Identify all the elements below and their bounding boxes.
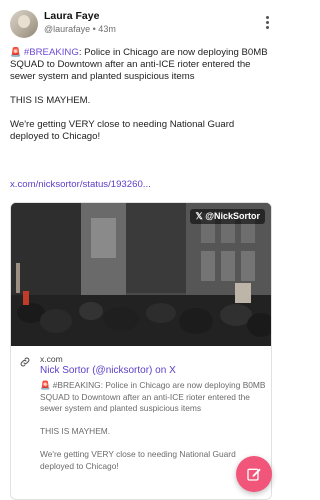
preview-image[interactable]: 𝕏 @NickSortor (11, 203, 271, 346)
media-author-tag: 𝕏 @NickSortor (190, 209, 265, 224)
preview-domain: x.com (40, 354, 63, 364)
preview-title[interactable]: Nick Sortor (@nicksortor) on X (40, 365, 176, 376)
preview-desc-3: We're getting VERY close to needing Nati… (40, 449, 236, 471)
compose-button[interactable] (236, 456, 272, 492)
crowd-scene-image (11, 203, 271, 346)
preview-description: 🚨 #BREAKING: Police in Chicago are now d… (40, 380, 266, 484)
post-link[interactable]: x.com/nicksortor/status/193260... (10, 179, 151, 190)
kebab-icon[interactable] (264, 16, 270, 32)
siren-icon: 🚨 (10, 47, 22, 57)
compose-icon (247, 468, 261, 481)
hashtag-link[interactable]: #BREAKING (24, 47, 79, 58)
author-name[interactable]: Laura Faye (44, 10, 99, 22)
post-paragraph-1: 🚨 #BREAKING: Police in Chicago are now d… (10, 46, 272, 83)
post-header: Laura Faye @laurafaye • 43m (10, 10, 272, 38)
link-preview-card[interactable]: 𝕏 @NickSortor x.com Nick Sortor (@nickso… (10, 202, 272, 500)
post-paragraph-3: We're getting VERY close to needing Nati… (10, 119, 235, 142)
author-handle: @laurafaye • 43m (44, 24, 116, 34)
post-paragraph-2: THIS IS MAYHEM. (10, 95, 91, 106)
preview-desc-1: 🚨 #BREAKING: Police in Chicago are now d… (40, 380, 266, 413)
preview-desc-2: THIS IS MAYHEM. (40, 426, 111, 436)
avatar[interactable] (10, 10, 38, 38)
link-icon (20, 357, 30, 367)
post-body: 🚨 #BREAKING: Police in Chicago are now d… (10, 46, 272, 155)
post-card: Laura Faye @laurafaye • 43m 🚨 #BREAKING:… (0, 0, 282, 500)
